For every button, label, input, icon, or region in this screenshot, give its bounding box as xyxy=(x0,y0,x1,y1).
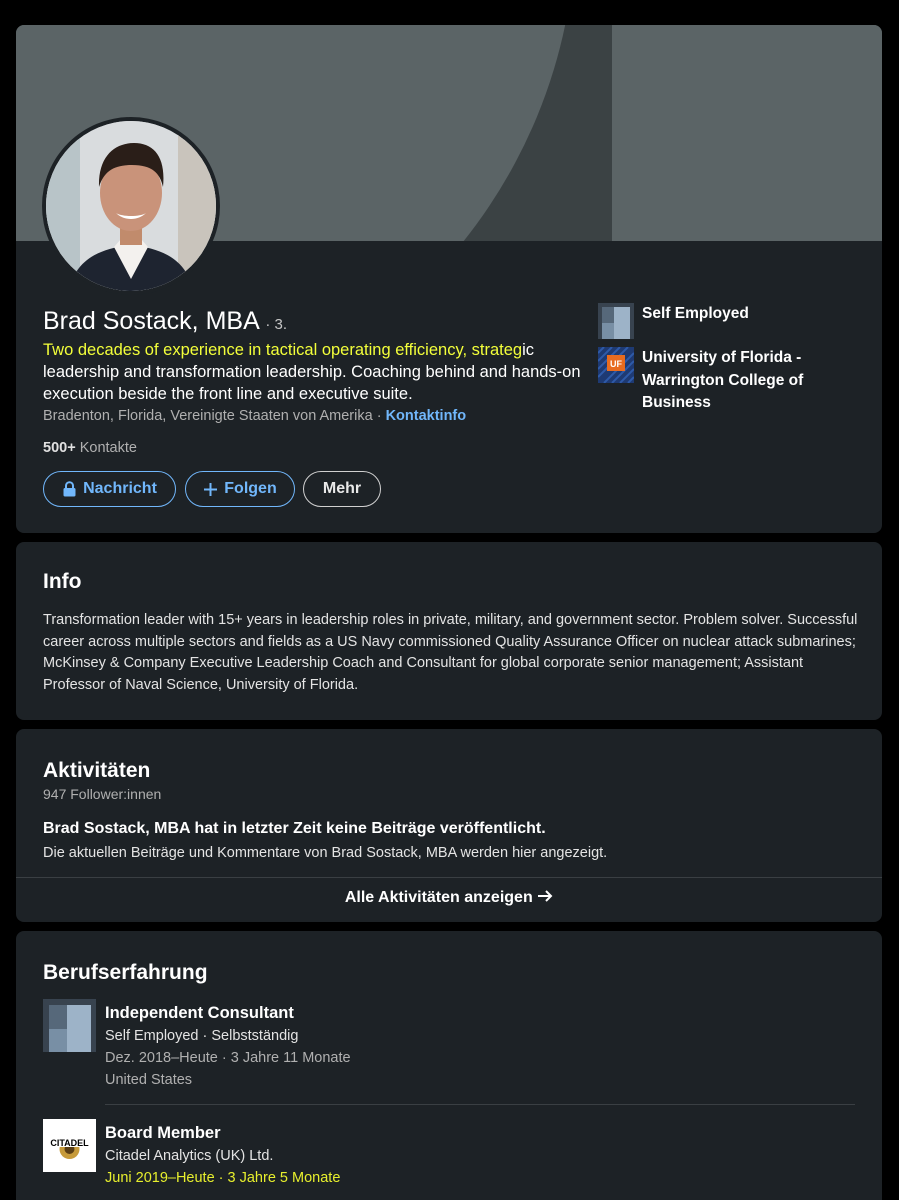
plus-icon xyxy=(204,482,218,496)
experience-section: Berufserfahrung Independent Consultant S… xyxy=(16,931,882,1200)
education-name: University of Florida - Warrington Colle… xyxy=(642,349,804,411)
job-company: Citadel Analytics (UK) Ltd. xyxy=(105,1148,274,1164)
more-button-label: Mehr xyxy=(322,480,362,497)
profile-name-line: Brad Sostack, MBA · 3. xyxy=(43,307,287,336)
company-placeholder-icon xyxy=(598,303,634,339)
show-all-activity-button[interactable]: Alle Aktivitäten anzeigen xyxy=(16,889,882,907)
profile-card: Brad Sostack, MBA · 3. Two decades of ex… xyxy=(16,25,882,533)
message-button[interactable]: Nachricht xyxy=(43,471,176,507)
headline-highlighted: Two decades of experience in tactical op… xyxy=(43,341,523,359)
no-posts-description: Die aktuellen Beiträge und Kommentare vo… xyxy=(43,845,608,861)
no-posts-title: Brad Sostack, MBA hat in letzter Zeit ke… xyxy=(43,820,546,837)
job-title: Board Member xyxy=(105,1124,221,1142)
show-all-activity-label: Alle Aktivitäten anzeigen xyxy=(344,889,533,906)
info-text: Transformation leader with 15+ years in … xyxy=(43,612,858,693)
contacts-count: 500+ xyxy=(43,440,76,456)
activity-divider xyxy=(16,877,882,878)
profile-location-line: Bradenton, Florida, Vereinigte Staaten v… xyxy=(43,408,466,424)
job-dates: Juni 2019–Heute · 3 Jahre 5 Monate xyxy=(105,1170,341,1186)
experience-item[interactable]: Independent Consultant Self Employed · S… xyxy=(105,1001,351,1091)
person-photo-icon xyxy=(46,121,216,291)
contacts-label: Kontakte xyxy=(79,440,137,456)
svg-text:CITADEL: CITADEL xyxy=(50,1138,89,1148)
profile-headline: Two decades of experience in tactical op… xyxy=(43,339,588,405)
job-location: United States xyxy=(105,1072,193,1088)
arrow-right-icon xyxy=(538,890,553,902)
profile-photo xyxy=(46,121,216,291)
info-section: Info Transformation leader with 15+ year… xyxy=(16,542,882,720)
experience-divider xyxy=(105,1104,855,1105)
profile-location: Bradenton, Florida, Vereinigte Staaten v… xyxy=(43,408,382,424)
job-company: Self Employed · Selbstständig xyxy=(105,1028,299,1044)
profile-name: Brad Sostack, MBA xyxy=(43,307,259,335)
current-company-link[interactable]: Self Employed xyxy=(598,303,749,339)
more-button[interactable]: Mehr xyxy=(303,471,381,507)
activity-title: Aktivitäten xyxy=(43,759,151,782)
university-logo-icon: UF xyxy=(598,347,634,383)
contact-info-link[interactable]: Kontaktinfo xyxy=(386,408,467,424)
follow-button-label: Folgen xyxy=(224,480,277,497)
follow-button[interactable]: Folgen xyxy=(185,471,295,507)
message-button-label: Nachricht xyxy=(83,480,157,497)
follower-count[interactable]: 947 Follower:innen xyxy=(43,786,161,802)
education-link[interactable]: UF University of Florida - Warrington Co… xyxy=(598,347,822,415)
experience-item[interactable]: Board Member Citadel Analytics (UK) Ltd.… xyxy=(105,1121,340,1189)
lock-icon xyxy=(63,481,76,497)
contacts-count-line[interactable]: 500+ Kontakte xyxy=(43,440,137,456)
company-placeholder-icon[interactable] xyxy=(43,999,96,1052)
info-title: Info xyxy=(43,570,82,593)
activity-section: Aktivitäten 947 Follower:innen Brad Sost… xyxy=(16,729,882,922)
banner-right-shape xyxy=(612,25,882,241)
job-dates: Dez. 2018–Heute · 3 Jahre 11 Monate xyxy=(105,1050,351,1066)
avatar[interactable] xyxy=(42,117,220,295)
citadel-logo-icon[interactable]: CITADEL xyxy=(43,1119,96,1172)
svg-text:UF: UF xyxy=(610,359,622,369)
connection-degree: · 3. xyxy=(265,316,288,333)
job-title: Independent Consultant xyxy=(105,1004,294,1022)
experience-title: Berufserfahrung xyxy=(43,961,208,984)
current-company-name: Self Employed xyxy=(642,305,749,322)
